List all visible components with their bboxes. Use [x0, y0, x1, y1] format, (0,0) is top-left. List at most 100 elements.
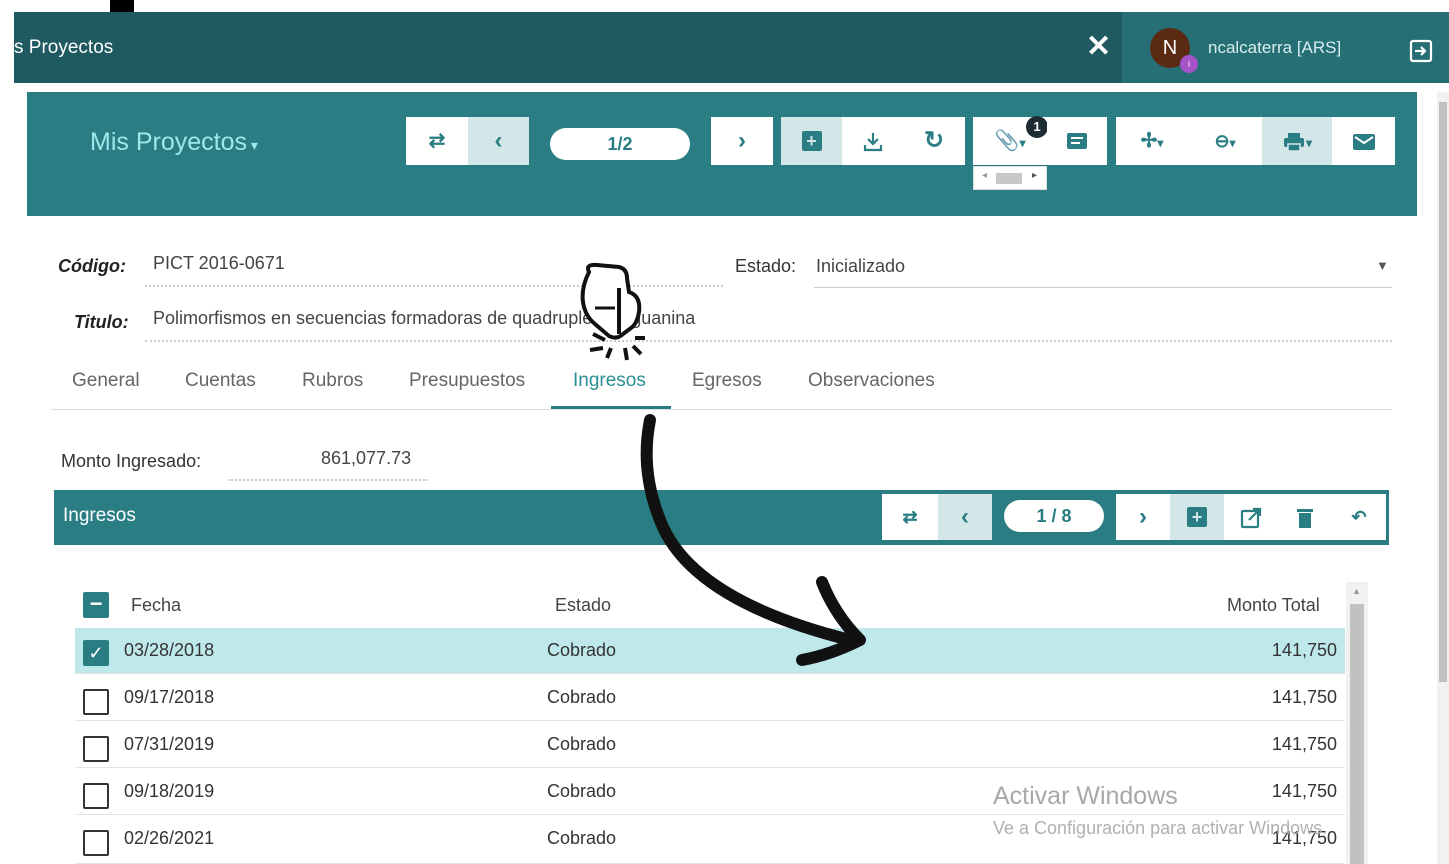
windows-watermark-title: Activar Windows — [993, 782, 1178, 810]
ingresos-pager[interactable]: 1 / 8 — [1004, 500, 1104, 532]
link-icon: ⊖ — [1214, 131, 1230, 151]
scroll-left-icon[interactable]: ◂ — [982, 170, 987, 181]
codigo-field[interactable]: PICT 2016-0671 — [153, 253, 285, 274]
add-icon: + — [801, 131, 822, 151]
row-checkbox[interactable] — [83, 736, 109, 762]
cell-estado: Cobrado — [547, 734, 617, 754]
app-title: s Proyectos — [14, 37, 114, 58]
scroll-right-icon[interactable]: ▸ — [1032, 170, 1037, 181]
chevron-down-icon[interactable]: ▼ — [1376, 258, 1389, 273]
table-scroll-thumb[interactable] — [1350, 604, 1364, 864]
tab-observaciones[interactable]: Observaciones — [808, 370, 935, 392]
row-checkbox[interactable] — [83, 783, 109, 809]
trash-icon — [1297, 509, 1313, 529]
cell-fecha: 09/17/2018 — [124, 687, 215, 707]
fan-dropdown-button[interactable]: ✢▾ — [1116, 117, 1188, 165]
cell-estado: Cobrado — [547, 687, 617, 707]
prev-icon: ‹ — [494, 127, 503, 154]
table-row[interactable]: 07/31/2019 Cobrado 141,750 — [75, 722, 1345, 768]
tab-rubros[interactable]: Rubros — [302, 370, 363, 392]
top-edge-mark — [110, 0, 134, 12]
print-icon — [1283, 132, 1304, 152]
caret-down-icon: ▾ — [1157, 136, 1164, 150]
paperclip-icon: 📎 — [994, 130, 1020, 152]
page-scrollbar[interactable] — [1437, 92, 1449, 864]
download-icon — [863, 132, 882, 151]
cell-fecha: 03/28/2018 — [124, 640, 215, 660]
table-row[interactable]: 09/17/2018 Cobrado 141,750 — [75, 675, 1345, 721]
column-header-fecha[interactable]: Fecha — [131, 595, 181, 616]
username[interactable]: ncalcaterra [ARS] — [1208, 38, 1341, 58]
row-checkbox[interactable] — [83, 830, 109, 856]
link-dropdown-button[interactable]: ⊖▾ — [1188, 117, 1262, 165]
windows-watermark-subtitle: Ve a Configuración para activar Windows. — [993, 818, 1328, 838]
titulo-underline — [145, 340, 1392, 342]
caret-down-icon: ▾ — [1305, 136, 1313, 150]
undo-icon: ↶ — [1351, 507, 1367, 527]
refresh-icon: ↻ — [923, 127, 945, 154]
attachment-count-badge: 1 — [1026, 116, 1048, 138]
cell-monto: 141,750 — [1271, 781, 1337, 801]
mail-button[interactable] — [1332, 117, 1395, 165]
download-button[interactable] — [842, 117, 903, 165]
cell-estado: Cobrado — [547, 781, 617, 801]
page-scroll-thumb[interactable] — [1439, 102, 1447, 682]
comment-button[interactable] — [1047, 117, 1107, 165]
caret-down-icon: ▾ — [1019, 136, 1026, 150]
tab-cuentas[interactable]: Cuentas — [185, 370, 256, 392]
tab-egresos[interactable]: Egresos — [692, 370, 762, 392]
ingresos-add-button[interactable]: + — [1170, 494, 1224, 540]
estado-label: Estado: — [735, 256, 797, 276]
ingresos-prev-button[interactable]: ‹ — [938, 494, 992, 540]
refresh-button[interactable]: ↻ — [903, 117, 965, 165]
next-icon: › — [738, 127, 746, 154]
ingresos-undo-button[interactable]: ↶ — [1332, 494, 1386, 540]
mail-icon — [1352, 133, 1375, 150]
logout-icon[interactable] — [1408, 38, 1434, 64]
caret-down-icon: ▾ — [246, 137, 258, 153]
add-icon: + — [1187, 507, 1207, 527]
scroll-up-icon[interactable]: ▲ — [1352, 586, 1361, 596]
cell-monto: 141,750 — [1271, 687, 1337, 707]
table-scrollbar[interactable]: ▲ — [1346, 582, 1368, 864]
print-dropdown-button[interactable]: ▾ — [1262, 117, 1332, 165]
next-button[interactable]: › — [711, 117, 773, 165]
select-all-checkbox[interactable]: − — [83, 592, 109, 618]
cell-fecha: 09/18/2019 — [124, 781, 215, 801]
cell-estado: Cobrado — [547, 828, 617, 848]
comment-icon — [1067, 132, 1087, 149]
cell-fecha: 02/26/2021 — [124, 828, 215, 848]
ingresos-open-button[interactable] — [1224, 494, 1278, 540]
row-checkbox[interactable] — [83, 689, 109, 715]
tab-general[interactable]: General — [72, 370, 140, 392]
ingresos-swap-button[interactable]: ⇄ — [882, 494, 938, 540]
prev-button[interactable]: ‹ — [468, 117, 529, 165]
ingresos-next-button[interactable]: › — [1116, 494, 1170, 540]
pointing-hand-icon — [580, 262, 645, 361]
add-button[interactable]: + — [781, 117, 842, 165]
fan-icon: ✢ — [1140, 130, 1158, 152]
user-area[interactable]: N i ncalcaterra [ARS] — [1122, 12, 1449, 83]
cell-monto: 141,750 — [1271, 734, 1337, 754]
close-icon[interactable]: ✕ — [1086, 32, 1111, 62]
panel-title-dropdown[interactable]: Mis Proyectos ▾ — [90, 128, 258, 157]
cell-estado: Cobrado — [547, 640, 617, 660]
avatar-status-dot: i — [1180, 55, 1198, 73]
ingresos-title: Ingresos — [63, 505, 136, 526]
ingresos-delete-button[interactable] — [1278, 494, 1332, 540]
monto-ingresado-value: 861,077.73 — [321, 448, 412, 468]
column-header-monto-total[interactable]: Monto Total — [1227, 595, 1320, 616]
swap-icon: ⇄ — [902, 507, 918, 527]
record-pager[interactable]: 1/2 — [550, 128, 690, 160]
column-header-estado[interactable]: Estado — [555, 595, 611, 616]
tab-presupuestos[interactable]: Presupuestos — [409, 370, 525, 392]
caret-down-icon: ▾ — [1229, 136, 1236, 150]
panel-title: Mis Proyectos — [90, 128, 247, 156]
active-tab-indicator — [551, 406, 671, 409]
attachment-scroller[interactable]: ◂ ▸ — [973, 166, 1047, 190]
swap-icon: ⇄ — [428, 130, 446, 152]
row-checkbox[interactable]: ✓ — [83, 640, 109, 666]
swap-button[interactable]: ⇄ — [406, 117, 468, 165]
scroll-thumb[interactable] — [996, 173, 1022, 184]
estado-select[interactable]: Inicializado — [816, 256, 905, 277]
